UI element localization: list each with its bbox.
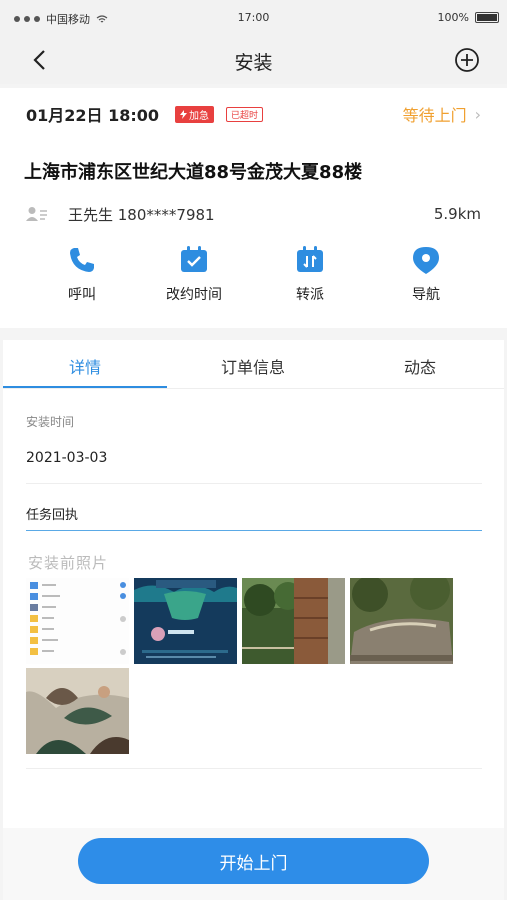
divider [26,768,482,769]
phone-icon [70,248,94,272]
status-right: 100% [438,11,499,24]
distance: 5.9km [433,205,481,223]
photo-thumbnail[interactable] [26,578,129,664]
order-card: 01月22日 18:00 加急 已超时 等待上门 › 上海市浦东区世纪大道88号… [0,88,507,328]
battery-icon [475,12,499,23]
transfer-action[interactable]: 转派 [260,244,360,304]
tab-details[interactable]: 详情 [5,354,165,378]
clock: 17:00 [237,11,270,24]
divider [26,483,482,484]
photo-thumbnail[interactable] [350,578,453,664]
active-tab-indicator [3,386,167,388]
navigate-label: 导航 [412,287,440,303]
call-action[interactable]: 呼叫 [32,244,132,304]
pre-install-photos-label: 安装前照片 [28,554,109,572]
urgent-badge: 加急 [175,105,215,123]
call-label: 呼叫 [68,287,96,303]
photo-3-image [242,578,345,664]
chevron-right-icon: › [474,104,481,124]
photo-5-image [26,668,129,754]
photo-thumbnail[interactable] [26,668,129,754]
appointment-datetime: 01月22日 18:00 [26,106,160,125]
order-status-link[interactable]: 等待上门 › [403,102,481,126]
urgent-badge-label: 加急 [189,110,210,122]
photo-1-image [26,578,129,664]
tab-order-info[interactable]: 订单信息 [173,354,333,378]
photo-thumbnail[interactable] [242,578,345,664]
photo-2-image [134,578,237,664]
task-receipt-label: 任务回执 [26,508,79,523]
contact-info: 王先生 180****7981 [68,205,215,224]
order-header-row: 01月22日 18:00 加急 已超时 等待上门 › [26,102,481,126]
nav-bar: 安装 [0,36,507,84]
battery-percent: 100% [437,11,469,24]
contact-row: 王先生 180****7981 5.9km [26,202,481,226]
location-pin-icon [413,247,439,274]
install-time-label: 安装时间 [26,415,75,429]
detail-panel: 详情 订单信息 动态 安装时间 2021-03-03 任务回执 安装前照片 开始… [3,340,504,900]
action-bar: 呼叫 改约时间 转派 导航 [0,244,507,314]
tab-activity[interactable]: 动态 [340,354,500,378]
navigate-action[interactable]: 导航 [376,244,476,304]
bottom-bar: 开始上门 [3,828,504,900]
photo-4-image [350,578,453,664]
transfer-icon [297,246,323,272]
status-bar: 中国移动 17:00 100% [0,0,507,36]
address: 上海市浦东区世纪大道88号金茂大夏88楼 [24,162,363,183]
install-time-value: 2021-03-03 [26,450,108,466]
reschedule-action[interactable]: 改约时间 [144,244,244,304]
start-visit-button[interactable]: 开始上门 [78,838,429,884]
lightning-icon [180,109,188,119]
divider-active [26,530,482,531]
reschedule-label: 改约时间 [166,287,222,303]
order-status: 等待上门 [402,106,467,125]
page-title: 安装 [234,52,273,74]
photo-thumbnail[interactable] [134,578,237,664]
calendar-icon [181,246,207,272]
timeout-badge: 已超时 [226,106,264,122]
transfer-label: 转派 [296,287,324,303]
contact-person-icon [26,207,47,221]
tab-bar: 详情 订单信息 动态 [3,340,504,389]
add-circle-icon[interactable] [453,46,481,74]
